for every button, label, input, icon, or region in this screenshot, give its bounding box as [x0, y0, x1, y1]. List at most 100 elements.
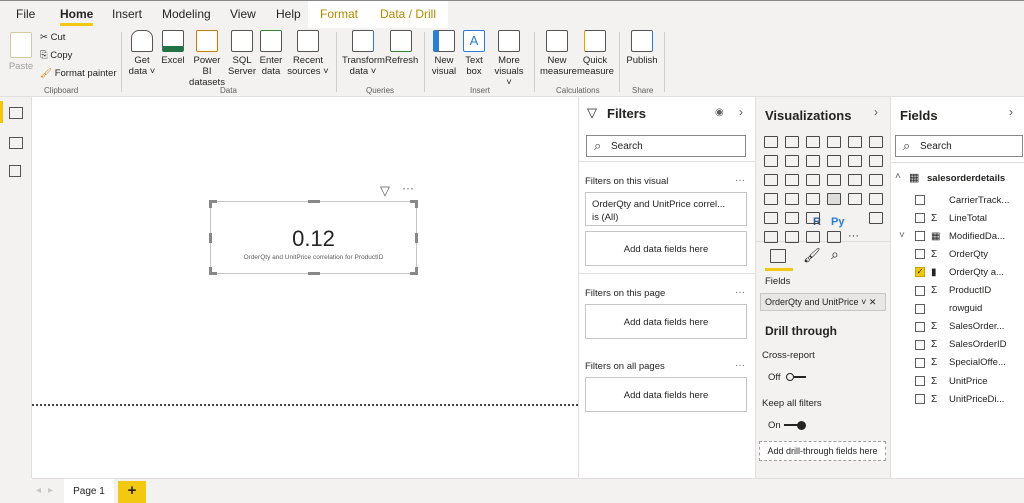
line-visual-icon[interactable]	[764, 155, 778, 167]
remove-icon[interactable]: ✕	[869, 297, 877, 307]
excel-button[interactable]: Excel	[160, 30, 186, 66]
prev-page-icon[interactable]: ◂	[36, 485, 41, 496]
clustered-column-visual-icon[interactable]	[827, 136, 841, 148]
filled-map-visual-icon[interactable]	[785, 193, 799, 205]
collapse-viz-icon[interactable]: ›	[874, 105, 878, 119]
cut-button[interactable]: ✂ Cut	[40, 32, 65, 43]
scatter-visual-icon[interactable]	[806, 174, 820, 186]
chevron-down-icon[interactable]: ˅	[861, 297, 866, 307]
powerbi-datasets-button[interactable]: Power BI datasets	[188, 30, 226, 88]
field-checkbox[interactable]	[915, 376, 925, 386]
quick-measure-button[interactable]: Quick measure	[577, 30, 614, 77]
ribbon-visual-icon[interactable]	[869, 155, 883, 167]
pie-visual-icon[interactable]	[827, 174, 841, 186]
field-checkbox[interactable]	[915, 195, 925, 205]
text-box-button[interactable]: A Text box	[461, 30, 487, 77]
publish-button[interactable]: Publish	[626, 30, 658, 66]
kpi-visual-icon[interactable]	[869, 193, 883, 205]
clustered-bar-visual-icon[interactable]	[806, 136, 820, 148]
paste-button[interactable]: Paste	[8, 32, 34, 72]
field-well-item[interactable]: OrderQty and UnitPrice ˅ ✕	[760, 293, 886, 311]
page-tab-page-1[interactable]: Page 1	[64, 479, 114, 503]
cross-report-toggle[interactable]	[786, 373, 806, 381]
field-checkbox[interactable]	[915, 394, 925, 405]
power-apps-visual-icon[interactable]	[827, 231, 841, 243]
report-view-icon[interactable]	[9, 107, 23, 119]
field-item[interactable]: ✓ ▮ OrderQty a...	[915, 263, 1004, 281]
treemap-visual-icon[interactable]	[869, 174, 883, 186]
tab-file[interactable]: File	[16, 7, 35, 21]
report-canvas[interactable]: ▽ ··· 0.12 OrderQty and UnitPrice correl…	[32, 97, 578, 478]
line-clustered-visual-icon[interactable]	[848, 155, 862, 167]
field-checkbox[interactable]	[915, 285, 925, 296]
field-checkbox[interactable]	[915, 231, 925, 242]
field-checkbox[interactable]	[915, 357, 925, 368]
tab-insert[interactable]: Insert	[112, 7, 142, 21]
map-visual-icon[interactable]	[764, 193, 778, 205]
filters-search-input[interactable]: Search	[586, 135, 746, 157]
field-checkbox[interactable]	[915, 303, 925, 314]
new-visual-button[interactable]: New visual	[431, 30, 457, 77]
field-item[interactable]: Σ ProductID	[915, 282, 991, 300]
table-visual-icon[interactable]	[785, 212, 799, 224]
field-checkbox[interactable]	[915, 213, 925, 224]
format-painter-button[interactable]: 🖌 Format painter	[40, 68, 116, 79]
field-item[interactable]: Σ LineTotal	[915, 209, 987, 227]
area-visual-icon[interactable]	[785, 155, 799, 167]
card-visual[interactable]: 0.12 OrderQty and UnitPrice correlation …	[209, 200, 418, 275]
smart-narrative-visual-icon[interactable]	[806, 231, 820, 243]
model-view-icon[interactable]	[9, 165, 21, 177]
table-name[interactable]: salesorderdetails	[927, 173, 1005, 184]
decomp-tree-visual-icon[interactable]	[764, 231, 778, 243]
add-fields-all-dropzone[interactable]: Add data fields here	[585, 377, 747, 412]
field-item[interactable]: ▦ ModifiedDa...	[915, 227, 1005, 245]
line-column-visual-icon[interactable]	[827, 155, 841, 167]
tab-data-drill[interactable]: Data / Drill	[368, 1, 449, 29]
field-item[interactable]: Σ SalesOrder...	[915, 318, 1004, 336]
fields-search-input[interactable]: Search	[895, 135, 1023, 157]
more-options-icon[interactable]: ···	[735, 360, 745, 371]
field-checkbox[interactable]: ✓	[915, 267, 925, 278]
tab-modeling[interactable]: Modeling	[162, 7, 211, 21]
copy-button[interactable]: ⎘ Copy	[40, 50, 72, 61]
data-view-icon[interactable]	[9, 137, 23, 149]
transform-data-button[interactable]: Transform data ˅	[342, 30, 385, 77]
sql-server-button[interactable]: SQL Server	[228, 30, 256, 77]
multirow-card-visual-icon[interactable]	[848, 193, 862, 205]
next-page-icon[interactable]: ▸	[48, 485, 53, 496]
stacked-area-visual-icon[interactable]	[806, 155, 820, 167]
qa-visual-icon[interactable]	[785, 231, 799, 243]
field-checkbox[interactable]	[915, 321, 925, 332]
field-checkbox[interactable]	[915, 339, 925, 350]
keep-all-filters-toggle[interactable]	[784, 421, 806, 430]
more-options-icon[interactable]: ···	[735, 287, 745, 298]
more-visual-icon[interactable]: ···	[848, 230, 859, 242]
card-visual-icon[interactable]	[827, 193, 841, 205]
slicer-visual-icon[interactable]	[764, 212, 778, 224]
filter-card[interactable]: OrderQty and UnitPrice correl... is (All)	[585, 192, 747, 226]
python-visual-icon[interactable]: Py	[831, 216, 844, 228]
100-column-visual-icon[interactable]	[869, 136, 883, 148]
field-item[interactable]: Σ SalesOrderID	[915, 336, 1007, 354]
tab-home[interactable]: Home	[60, 7, 94, 26]
get-data-button[interactable]: Get data ˅	[128, 30, 156, 77]
field-item[interactable]: rowguid	[915, 300, 982, 318]
refresh-button[interactable]: Refresh	[385, 30, 418, 66]
fields-tab-icon[interactable]	[770, 249, 786, 263]
new-measure-button[interactable]: New measure	[540, 30, 577, 77]
more-visuals-button[interactable]: More visuals ˅	[491, 30, 527, 88]
collapse-filters-icon[interactable]: ›	[739, 105, 743, 119]
gauge-visual-icon[interactable]	[806, 193, 820, 205]
add-fields-visual-dropzone[interactable]: Add data fields here	[585, 231, 747, 266]
collapse-table-icon[interactable]: ˄	[895, 171, 901, 182]
field-item[interactable]: Σ OrderQty	[915, 245, 988, 263]
visual-filter-icon[interactable]: ▽	[380, 183, 390, 199]
format-paint-roller-icon[interactable]: 🖌	[803, 247, 821, 264]
field-checkbox[interactable]	[915, 249, 925, 260]
drill-through-dropzone[interactable]: Add drill-through fields here	[759, 441, 886, 461]
tab-format[interactable]: Format	[308, 1, 371, 29]
recent-sources-button[interactable]: Recent sources ˅	[286, 30, 330, 77]
field-item[interactable]: CarrierTrack...	[915, 191, 1009, 209]
waterfall-visual-icon[interactable]	[764, 174, 778, 186]
add-fields-page-dropzone[interactable]: Add data fields here	[585, 304, 747, 339]
